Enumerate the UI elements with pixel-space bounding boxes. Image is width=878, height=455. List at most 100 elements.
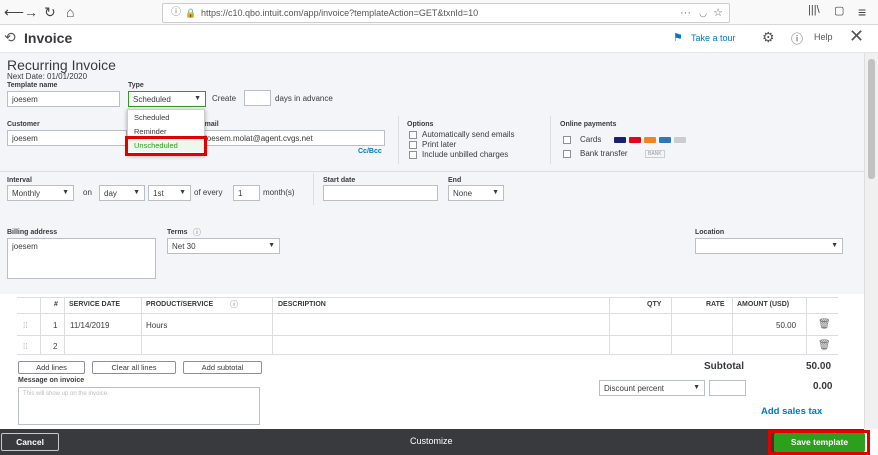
close-icon[interactable]: ✕ bbox=[849, 26, 864, 47]
add-sales-tax-link[interactable]: Add sales tax bbox=[761, 406, 822, 417]
customer-input[interactable]: joesem bbox=[7, 130, 127, 146]
col-service-date: SERVICE DATE bbox=[69, 301, 121, 308]
billing-address-input[interactable]: joesem bbox=[7, 238, 156, 279]
col-divider bbox=[141, 297, 142, 354]
trash-icon[interactable]: 🗑 bbox=[818, 319, 831, 330]
start-date-input[interactable] bbox=[323, 185, 438, 201]
auto-send-checkbox[interactable] bbox=[409, 131, 417, 139]
clear-lines-button[interactable]: Clear all lines bbox=[92, 361, 176, 374]
discover-icon bbox=[644, 137, 656, 143]
unbilled-checkbox[interactable] bbox=[409, 151, 417, 159]
months-input[interactable]: 1 bbox=[233, 185, 260, 201]
discount-amount: 0.00 bbox=[813, 381, 833, 392]
more-icon[interactable]: ··· bbox=[680, 4, 691, 22]
print-later-label: Print later bbox=[422, 140, 457, 149]
end-value: None bbox=[453, 189, 473, 198]
col-product: PRODUCT/SERVICE bbox=[146, 301, 214, 308]
days-input[interactable] bbox=[244, 90, 271, 106]
message-input[interactable]: This will show up on the invoice. bbox=[18, 387, 260, 425]
pocket-icon[interactable]: ◡ bbox=[699, 4, 707, 22]
divider bbox=[398, 116, 399, 164]
back-icon[interactable]: ⟵ bbox=[4, 4, 24, 21]
months-label: month(s) bbox=[263, 188, 295, 197]
col-divider bbox=[732, 297, 733, 354]
cc-bcc-link[interactable]: Cc/Bcc bbox=[358, 148, 382, 155]
drag-handle-icon[interactable]: ⁞⁞ bbox=[23, 321, 27, 330]
forward-icon[interactable]: → bbox=[24, 4, 38, 20]
take-tour-link[interactable]: Take a tour bbox=[691, 33, 736, 43]
reload-icon[interactable]: ↻ bbox=[44, 4, 56, 21]
col-description: DESCRIPTION bbox=[278, 301, 326, 308]
cards-checkbox[interactable] bbox=[563, 136, 571, 144]
col-num: # bbox=[54, 301, 58, 308]
chevron-down-icon: ▼ bbox=[492, 189, 499, 196]
chevron-down-icon: ▼ bbox=[268, 242, 275, 249]
print-later-checkbox[interactable] bbox=[409, 141, 417, 149]
cards-label: Cards bbox=[580, 135, 602, 144]
row-border bbox=[17, 354, 838, 355]
help-icon[interactable]: ⓘ bbox=[230, 299, 238, 310]
email-input[interactable]: joesem.molat@agent.cvgs.net bbox=[200, 130, 385, 146]
row-amount[interactable]: 50.00 bbox=[776, 321, 796, 330]
library-icon[interactable]: |||\ bbox=[808, 4, 820, 16]
star-icon[interactable]: ☆ bbox=[713, 4, 723, 22]
interval-select[interactable]: Monthly ▼ bbox=[7, 185, 74, 201]
add-lines-button[interactable]: Add lines bbox=[18, 361, 85, 374]
col-divider bbox=[609, 297, 610, 354]
scrollbar[interactable] bbox=[864, 53, 878, 429]
drag-handle-icon[interactable]: ⁞⁞ bbox=[23, 342, 27, 351]
help-icon[interactable]: ⓘ bbox=[193, 227, 201, 238]
tour-icon[interactable]: ⚑ bbox=[673, 31, 683, 44]
chevron-down-icon: ▼ bbox=[194, 95, 201, 102]
subtotal-value: 50.00 bbox=[806, 361, 832, 372]
section-divider bbox=[0, 171, 864, 172]
location-select[interactable]: ▼ bbox=[695, 238, 843, 254]
cancel-button[interactable]: Cancel bbox=[1, 433, 59, 451]
start-date-label: Start date bbox=[323, 177, 356, 184]
row-date[interactable]: 11/14/2019 bbox=[70, 321, 109, 330]
help-link[interactable]: Help bbox=[814, 32, 833, 42]
create-label: Create bbox=[212, 94, 237, 103]
terms-label: Terms bbox=[167, 229, 188, 236]
bank-icon: BANK bbox=[645, 150, 665, 158]
unbilled-label: Include unbilled charges bbox=[422, 150, 509, 159]
auto-send-label: Automatically send emails bbox=[422, 130, 515, 139]
url-bar[interactable]: ⓘ 🔒 https://c10.qbo.intuit.com/app/invoi… bbox=[162, 3, 730, 23]
customize-link[interactable]: Customize bbox=[410, 436, 453, 446]
row-number: 2 bbox=[53, 342, 58, 351]
add-subtotal-button[interactable]: Add subtotal bbox=[183, 361, 262, 374]
type-select-value: Scheduled bbox=[133, 95, 171, 104]
end-select[interactable]: None ▼ bbox=[448, 185, 504, 201]
col-divider bbox=[64, 297, 65, 354]
type-select[interactable]: Scheduled ▼ bbox=[128, 91, 206, 107]
col-rate: RATE bbox=[706, 301, 725, 308]
col-divider bbox=[40, 297, 41, 354]
sidebar-icon[interactable]: ▢ bbox=[834, 4, 844, 17]
info-icon: ⓘ bbox=[171, 7, 181, 18]
gear-icon[interactable]: ⚙ bbox=[762, 29, 775, 46]
col-amount: AMOUNT (USD) bbox=[737, 301, 790, 308]
template-name-input[interactable]: joesem bbox=[7, 91, 120, 107]
home-icon[interactable]: ⌂ bbox=[66, 4, 74, 20]
url-text: https://c10.qbo.intuit.com/app/invoice?t… bbox=[201, 8, 479, 18]
location-label: Location bbox=[695, 229, 725, 236]
row-product[interactable]: Hours bbox=[146, 321, 167, 330]
day-select[interactable]: day ▼ bbox=[99, 185, 145, 201]
invoice-form: Recurring Invoice Next Date: 01/01/2020 … bbox=[0, 53, 864, 294]
bank-transfer-checkbox[interactable] bbox=[563, 150, 571, 158]
terms-select[interactable]: Net 30 ▼ bbox=[167, 238, 280, 254]
ordinal-select[interactable]: 1st ▼ bbox=[148, 185, 191, 201]
visa-icon bbox=[614, 137, 626, 143]
menu-icon[interactable]: ≡ bbox=[858, 4, 866, 20]
scrollbar-thumb[interactable] bbox=[868, 59, 875, 179]
discount-input[interactable] bbox=[709, 380, 746, 396]
option-scheduled[interactable]: Scheduled bbox=[128, 110, 204, 124]
browser-toolbar: ⟵ → ↻ ⌂ ⓘ 🔒 https://c10.qbo.intuit.com/a… bbox=[0, 0, 878, 25]
highlight-box bbox=[768, 430, 870, 455]
help-icon[interactable]: ⓘ bbox=[791, 30, 803, 47]
template-name-label: Template name bbox=[7, 82, 58, 89]
trash-icon[interactable]: 🗑 bbox=[818, 340, 831, 351]
chevron-down-icon: ▼ bbox=[62, 189, 69, 196]
divider bbox=[313, 173, 314, 205]
discount-select[interactable]: Discount percent ▼ bbox=[599, 380, 705, 396]
